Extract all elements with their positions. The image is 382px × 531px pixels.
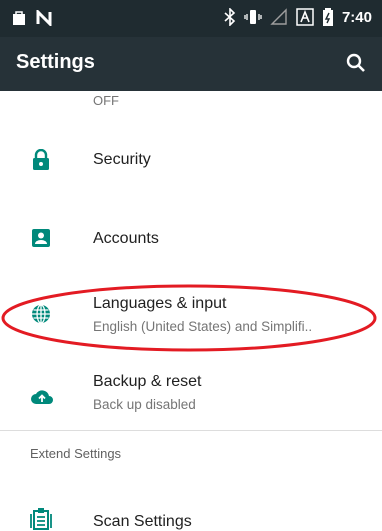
bag-icon (13, 11, 25, 25)
scan-icon (30, 508, 52, 530)
backup-title: Backup & reset (93, 373, 202, 390)
signal-icon (270, 8, 287, 25)
lock-icon (33, 149, 49, 170)
a-icon (296, 8, 314, 26)
backup-subtitle: Back up disabled (93, 397, 196, 412)
search-icon[interactable] (344, 51, 368, 75)
partial-item-subtitle: OFF (93, 93, 119, 108)
app-bar: Settings (0, 37, 382, 91)
scan-settings-title: Scan Settings (93, 513, 192, 530)
accounts-title: Accounts (93, 230, 159, 247)
page-title: Settings (16, 51, 95, 73)
list-item-languages[interactable]: Languages & input English (United States… (0, 280, 382, 356)
vibrate-icon (244, 10, 262, 24)
status-bar: 7:40 (0, 0, 382, 37)
bluetooth-icon (224, 8, 236, 26)
divider (0, 430, 382, 431)
list-item-backup[interactable]: Backup & reset Back up disabled (0, 361, 382, 429)
globe-icon (32, 304, 50, 324)
section-header-extend: Extend Settings (30, 446, 122, 461)
list-item-accounts[interactable]: Accounts (0, 203, 382, 275)
languages-title: Languages & input (93, 295, 227, 312)
security-title: Security (93, 151, 151, 168)
languages-subtitle: English (United States) and Simplifi.. (93, 319, 313, 334)
cloud-upload-icon (31, 390, 53, 404)
list-item-scan-settings[interactable]: Scan Settings (0, 486, 382, 530)
no-signal-n-icon (36, 10, 52, 26)
account-icon (32, 229, 50, 247)
battery-icon (322, 8, 333, 26)
status-time: 7:40 (341, 8, 372, 26)
list-item-security[interactable]: Security (0, 126, 382, 198)
